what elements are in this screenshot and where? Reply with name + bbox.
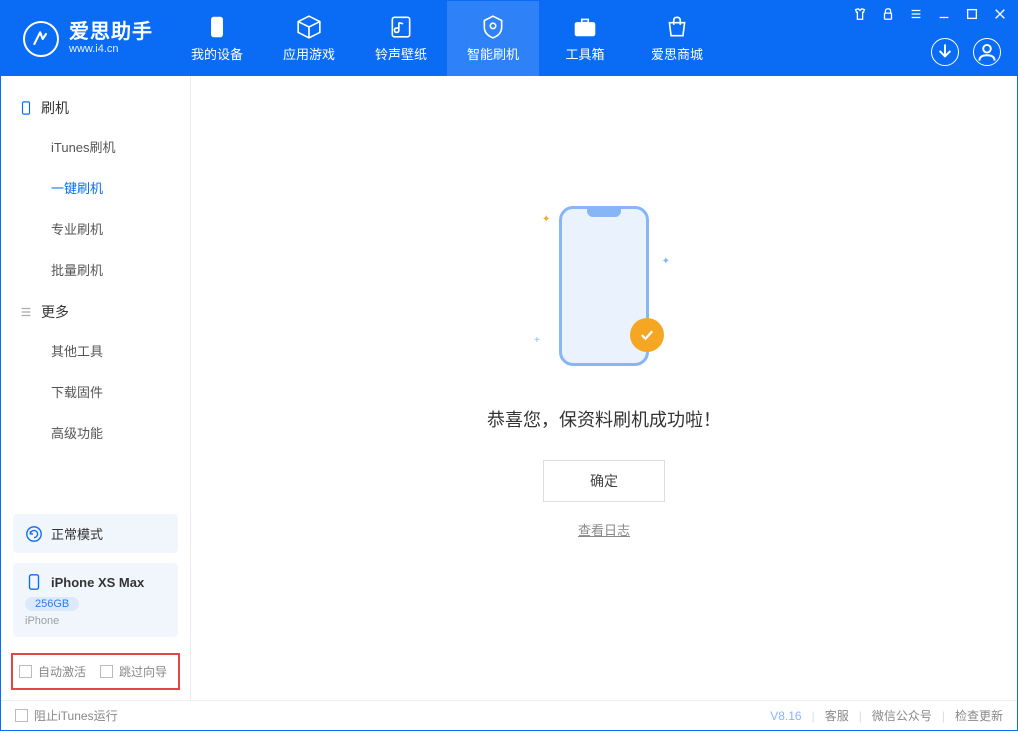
view-log-link[interactable]: 查看日志 [578, 523, 630, 538]
footer-link-wechat[interactable]: 微信公众号 [872, 707, 932, 724]
sidebar-item-advanced[interactable]: 高级功能 [1, 412, 190, 453]
list-icon [19, 305, 33, 319]
tab-ringtones-wallpapers[interactable]: 铃声壁纸 [355, 1, 447, 76]
sparkle-icon: ✦ [542, 214, 550, 225]
sidebar-item-oneclick-flash[interactable]: 一键刷机 [1, 167, 190, 208]
minimize-icon[interactable] [937, 7, 951, 21]
device-storage-badge: 256GB [25, 597, 79, 611]
close-icon[interactable] [993, 7, 1007, 21]
sidebar-item-batch-flash[interactable]: 批量刷机 [1, 249, 190, 290]
sidebar-item-other-tools[interactable]: 其他工具 [1, 330, 190, 371]
sparkle-icon: ✦ [662, 256, 670, 267]
device-icon [25, 573, 43, 591]
checkbox-auto-activate[interactable]: 自动激活 [19, 663, 86, 680]
footer-link-update[interactable]: 检查更新 [955, 707, 1003, 724]
sidebar: 刷机 iTunes刷机 一键刷机 专业刷机 批量刷机 更多 其他工具 下载固件 … [1, 76, 191, 700]
app-name: 爱思助手 [69, 21, 153, 43]
sidebar-section-flash: 刷机 [1, 86, 190, 126]
sidebar-item-pro-flash[interactable]: 专业刷机 [1, 208, 190, 249]
sidebar-item-download-firmware[interactable]: 下载固件 [1, 371, 190, 412]
success-illustration: ✦ ✦ + [524, 206, 684, 376]
refresh-icon [25, 525, 43, 543]
main-content: ✦ ✦ + 恭喜您，保资料刷机成功啦！ 确定 查看日志 [191, 76, 1017, 700]
main-tabs: 我的设备 应用游戏 铃声壁纸 智能刷机 工具箱 爱思商城 [171, 1, 723, 76]
logo-icon [23, 21, 59, 57]
checkbox-block-itunes[interactable]: 阻止iTunes运行 [15, 707, 118, 724]
footer-link-support[interactable]: 客服 [825, 707, 849, 724]
sidebar-section-more: 更多 [1, 290, 190, 330]
user-icon[interactable] [973, 38, 1001, 66]
app-url: www.i4.cn [69, 43, 153, 55]
app-logo: 爱思助手 www.i4.cn [1, 1, 171, 76]
header-right-buttons [931, 38, 1001, 66]
menu-icon[interactable] [909, 7, 923, 21]
device-mode-label: 正常模式 [51, 524, 103, 543]
device-type: iPhone [25, 615, 166, 627]
tab-apps-games[interactable]: 应用游戏 [263, 1, 355, 76]
success-message: 恭喜您，保资料刷机成功啦！ [487, 406, 721, 432]
download-icon[interactable] [931, 38, 959, 66]
maximize-icon[interactable] [965, 7, 979, 21]
device-mode-card[interactable]: 正常模式 [13, 514, 178, 553]
lock-icon[interactable] [881, 7, 895, 21]
device-model: iPhone XS Max [51, 575, 144, 590]
footer: 阻止iTunes运行 V8.16 | 客服 | 微信公众号 | 检查更新 [1, 700, 1017, 730]
tab-store[interactable]: 爱思商城 [631, 1, 723, 76]
confirm-button[interactable]: 确定 [543, 460, 665, 502]
success-check-icon [630, 318, 664, 352]
checkbox-skip-guide[interactable]: 跳过向导 [100, 663, 167, 680]
titlebar-controls [853, 7, 1007, 21]
sidebar-item-itunes-flash[interactable]: iTunes刷机 [1, 126, 190, 167]
tshirt-icon[interactable] [853, 7, 867, 21]
phone-icon [19, 101, 33, 115]
tab-my-device[interactable]: 我的设备 [171, 1, 263, 76]
header: 爱思助手 www.i4.cn 我的设备 应用游戏 铃声壁纸 智能刷机 工具箱 爱… [1, 1, 1017, 76]
version-label: V8.16 [770, 709, 801, 723]
tab-toolbox[interactable]: 工具箱 [539, 1, 631, 76]
flash-options-highlight: 自动激活 跳过向导 [11, 653, 180, 690]
tab-smart-flash[interactable]: 智能刷机 [447, 1, 539, 76]
device-info-card[interactable]: iPhone XS Max 256GB iPhone [13, 563, 178, 637]
sparkle-icon: + [534, 335, 540, 346]
